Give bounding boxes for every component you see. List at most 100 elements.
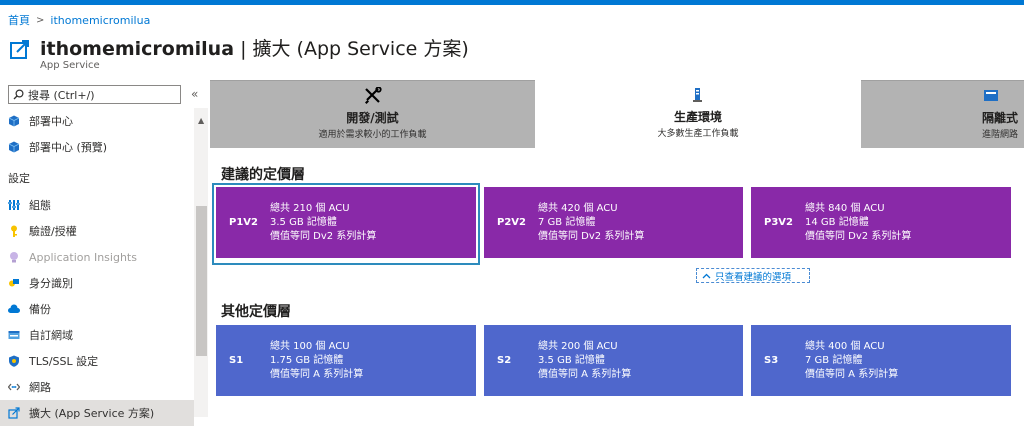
tier-memory: 1.75 GB 記憶體 <box>270 354 344 366</box>
sidebar-item-label: TLS/SSL 設定 <box>29 355 99 368</box>
recommended-tiers-title: 建議的定價層 <box>221 167 305 183</box>
tier-memory: 7 GB 記憶體 <box>538 216 596 228</box>
tier-compute: 價值等同 A 系列計算 <box>538 368 632 380</box>
resource-name: ithomemicromilua <box>40 38 235 60</box>
tier-card-s1[interactable]: S1 總共 100 個 ACU 1.75 GB 記憶體 價值等同 A 系列計算 <box>216 325 476 396</box>
sidebar-item-scale-up[interactable]: 擴大 (App Service 方案) <box>0 400 194 426</box>
key-icon <box>11 225 17 237</box>
tab-description: 進階網路 <box>982 130 1019 140</box>
tier-compute: 價值等同 Dv2 系列計算 <box>805 230 912 242</box>
tier-card-p3v2[interactable]: P3V2 總共 840 個 ACU 14 GB 記憶體 價值等同 Dv2 系列計… <box>751 187 1011 258</box>
tier-info: 總共 210 個 ACU 3.5 GB 記憶體 價值等同 Dv2 系列計算 <box>270 202 376 244</box>
sidebar-item-deployment-center[interactable]: 部署中心 <box>0 108 194 134</box>
tier-acu: 總共 210 個 ACU <box>270 202 350 214</box>
tab-title: 生產環境 <box>673 110 722 124</box>
tier-card-s2[interactable]: S2 總共 200 個 ACU 3.5 GB 記憶體 價值等同 A 系列計算 <box>484 325 743 396</box>
search-input[interactable]: 搜尋 (Ctrl+/) <box>8 85 181 104</box>
tier-card-s3[interactable]: S3 總共 400 個 ACU 7 GB 記憶體 價值等同 A 系列計算 <box>751 325 1011 396</box>
tier-info: 總共 200 個 ACU 3.5 GB 記憶體 價值等同 A 系列計算 <box>538 340 631 382</box>
sidebar-item-label: 自訂網域 <box>29 329 73 342</box>
tier-name: S1 <box>229 355 244 366</box>
tier-name: S3 <box>764 355 779 366</box>
sidebar-item-configuration[interactable]: 組態 <box>0 192 194 218</box>
breadcrumb-home-link[interactable]: 首頁 <box>8 12 30 28</box>
search-icon <box>13 89 24 100</box>
tier-compute: 價值等同 A 系列計算 <box>805 368 899 380</box>
sidebar-item-backups[interactable]: 備份 <box>0 296 194 322</box>
sidebar-section-settings: 設定 <box>8 172 30 185</box>
tier-name: P3V2 <box>764 217 793 228</box>
sidebar: 部署中心 部署中心 (預覽) 設定 組態 驗證/授權 Application I… <box>0 108 194 426</box>
sidebar-item-networking[interactable]: 網路 <box>0 374 194 400</box>
tier-name: S2 <box>497 355 512 366</box>
chevron-up-icon <box>702 273 711 278</box>
tier-memory: 3.5 GB 記憶體 <box>270 216 337 228</box>
tier-name: P1V2 <box>229 217 258 228</box>
tier-info: 總共 840 個 ACU 14 GB 記憶體 價值等同 Dv2 系列計算 <box>805 202 911 244</box>
sidebar-item-deployment-center-preview[interactable]: 部署中心 (預覽) <box>0 134 194 160</box>
tab-title: 開發/測試 <box>346 111 399 125</box>
sidebar-item-label: 部署中心 (預覽) <box>29 141 108 154</box>
sidebar-item-tls-ssl[interactable]: TLS/SSL 設定 <box>0 348 194 374</box>
tab-title: 隔離式 <box>982 111 1019 125</box>
sidebar-item-label: 備份 <box>29 303 51 316</box>
other-tiers-title: 其他定價層 <box>221 304 291 320</box>
sidebar-item-label: 擴大 (App Service 方案) <box>29 407 155 420</box>
tier-acu: 總共 420 個 ACU <box>538 202 618 214</box>
tier-info: 總共 100 個 ACU 1.75 GB 記憶體 價值等同 A 系列計算 <box>270 340 363 382</box>
tier-memory: 7 GB 記憶體 <box>805 354 863 366</box>
backup-cloud-icon <box>8 304 20 313</box>
sidebar-item-custom-domains[interactable]: 自訂網域 <box>0 322 194 348</box>
scale-up-icon <box>8 407 20 419</box>
tier-acu: 總共 200 個 ACU <box>538 340 618 352</box>
sidebar-item-label: 網路 <box>29 381 51 394</box>
page-name: 擴大 (App Service 方案) <box>252 38 469 60</box>
collapse-menu-button[interactable]: « <box>191 87 198 101</box>
sidebar-item-label: 組態 <box>29 199 51 212</box>
title-separator: | <box>234 38 253 60</box>
show-recommended-only-label: 只查看建議的選項 <box>715 271 792 283</box>
page-subtitle: App Service <box>40 60 100 71</box>
tab-description: 適用於需求較小的工作負載 <box>318 130 427 140</box>
tab-description: 大多數生產工作負載 <box>657 129 739 139</box>
tab-production[interactable]: 生產環境 大多數生產工作負載 <box>535 80 861 148</box>
tab-isolated[interactable]: 隔離式 進階網路 <box>861 80 1024 148</box>
tier-category-tabs: 開發/測試 適用於需求較小的工作負載 生產環境 大多數生產工作負載 隔離式 進階… <box>210 80 1024 148</box>
identity-icon <box>9 279 19 287</box>
sidebar-scrollbar-thumb[interactable] <box>196 206 207 356</box>
breadcrumb-chevron-icon: > <box>36 14 45 26</box>
tab-dev-test[interactable]: 開發/測試 適用於需求較小的工作負載 <box>210 80 535 148</box>
tier-info: 總共 420 個 ACU 7 GB 記憶體 價值等同 Dv2 系列計算 <box>538 202 644 244</box>
cube-icon <box>8 115 20 127</box>
tier-name: P2V2 <box>497 217 526 228</box>
cube-icon <box>8 141 20 153</box>
sidebar-item-app-insights[interactable]: Application Insights <box>0 244 194 270</box>
sidebar-item-label: Application Insights <box>29 250 137 264</box>
isolated-icon <box>984 90 998 101</box>
sidebar-item-auth[interactable]: 驗證/授權 <box>0 218 194 244</box>
sidebar-item-label: 驗證/授權 <box>29 225 77 238</box>
sidebar-item-label: 身分識別 <box>29 277 73 290</box>
network-icon <box>8 383 20 391</box>
scroll-up-arrow-icon[interactable]: ▲ <box>198 116 204 125</box>
sidebar-item-identity[interactable]: 身分識別 <box>0 270 194 296</box>
tier-info: 總共 400 個 ACU 7 GB 記憶體 價值等同 A 系列計算 <box>805 340 898 382</box>
breadcrumb-resource-link[interactable]: ithomemicromilua <box>50 14 150 27</box>
top-accent-bar <box>0 0 1024 5</box>
show-recommended-only-link[interactable]: 只查看建議的選項 <box>696 268 810 283</box>
tier-acu: 總共 400 個 ACU <box>805 340 885 352</box>
tier-memory: 3.5 GB 記憶體 <box>538 354 605 366</box>
page-title: ithomemicromilua | 擴大 (App Service 方案) <box>40 34 469 61</box>
tier-compute: 價值等同 Dv2 系列計算 <box>538 230 645 242</box>
tier-compute: 價值等同 Dv2 系列計算 <box>270 230 377 242</box>
tier-card-p2v2[interactable]: P2V2 總共 420 個 ACU 7 GB 記憶體 價值等同 Dv2 系列計算 <box>484 187 743 258</box>
tier-acu: 總共 100 個 ACU <box>270 340 350 352</box>
tier-compute: 價值等同 A 系列計算 <box>270 368 364 380</box>
tier-card-p1v2[interactable]: P1V2 總共 210 個 ACU 3.5 GB 記憶體 價值等同 Dv2 系列… <box>216 187 476 258</box>
scale-up-icon <box>10 40 29 59</box>
production-icon <box>693 88 702 102</box>
sidebar-item-label: 部署中心 <box>29 115 73 128</box>
tools-icon <box>364 87 382 104</box>
domain-icon <box>8 331 20 339</box>
shield-icon <box>9 355 19 367</box>
